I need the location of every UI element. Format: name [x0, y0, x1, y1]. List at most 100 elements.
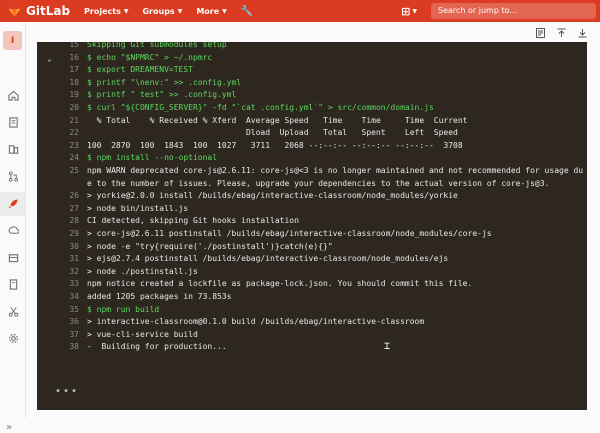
- log-line-number[interactable]: 36: [37, 316, 79, 327]
- chevron-down-icon: ▼: [177, 7, 183, 15]
- log-line: 32 > node ./postinstall.js: [37, 266, 198, 277]
- snippets-scissors-icon[interactable]: [6, 304, 20, 318]
- overview-icon[interactable]: [6, 115, 20, 129]
- nav-projects-label: Projects: [84, 6, 121, 16]
- brand-name: GitLab: [26, 4, 71, 18]
- packages-icon[interactable]: [6, 250, 20, 264]
- home-icon[interactable]: [6, 88, 20, 102]
- job-log: ⌄ ••• ⌶ 15 Skipping Git submodules setup 1…: [37, 42, 587, 410]
- log-line: 31 > ejs@2.7.4 postinstall /builds/ebag/i…: [37, 253, 448, 264]
- log-line: 36 > interactive-classroom@0.1.0 build /b…: [37, 316, 424, 327]
- admin-wrench-icon[interactable]: 🔧: [241, 6, 253, 17]
- log-line-number[interactable]: 27: [37, 203, 79, 214]
- log-line-text: $ npm install --no-optional: [87, 153, 218, 163]
- nav-projects[interactable]: Projects ▼: [84, 7, 128, 16]
- log-line-text: > node -e "try{require('./postinstall')}…: [87, 241, 333, 251]
- log-line: 27 > node bin/install.js: [37, 203, 188, 214]
- log-line-text: > core-js@2.6.11 postinstall /builds/eba…: [87, 229, 492, 238]
- log-line-text: $ printf " test" >> .config.yml: [87, 90, 237, 100]
- chevron-down-icon: ▼: [123, 7, 129, 15]
- log-line-number[interactable]: 33: [37, 278, 79, 289]
- log-line-text: > vue-cli-service build: [87, 329, 198, 339]
- log-line-text: npm notice created a lockfile as package…: [87, 279, 473, 289]
- repository-icon[interactable]: [6, 142, 20, 156]
- top-navbar: GitLab Projects ▼ Groups ▼ More ▼ 🔧 ⊞ ▼ Sear…: [0, 0, 600, 22]
- log-line-text: Skipping Git submodules setup: [87, 42, 227, 49]
- log-line-number[interactable]: 29: [37, 228, 79, 239]
- log-line-number[interactable]: 23: [37, 140, 79, 151]
- log-line-text: added 1205 packages in 73.853s: [87, 292, 232, 301]
- log-line-number[interactable]: 35: [37, 304, 79, 315]
- new-item-button[interactable]: ⊞ ▼: [401, 5, 417, 18]
- log-line: 29 > core-js@2.6.11 postinstall /builds/e…: [37, 228, 492, 239]
- log-line: 33 npm notice created a lockfile as packa…: [37, 278, 472, 289]
- plus-square-icon: ⊞: [401, 4, 411, 18]
- operations-icon[interactable]: [6, 223, 20, 237]
- log-line-number[interactable]: 21: [37, 115, 79, 126]
- log-line-text: > ejs@2.7.4 postinstall /builds/ebag/int…: [87, 254, 449, 264]
- log-line-number[interactable]: 37: [37, 329, 79, 340]
- scroll-to-bottom-icon[interactable]: [577, 27, 588, 38]
- log-line-text: > node ./postinstall.js: [87, 266, 198, 276]
- nav-groups[interactable]: Groups ▼: [142, 7, 182, 16]
- log-line: 28 CI detected, skipping Git hooks instal…: [37, 215, 299, 226]
- log-line: 30 > node -e "try{require('./postinstall'…: [37, 241, 333, 252]
- log-line: 37 > vue-cli-service build: [37, 329, 198, 340]
- log-line-number[interactable]: 25: [37, 165, 79, 176]
- wiki-icon[interactable]: [6, 277, 20, 291]
- merge-requests-icon[interactable]: [6, 169, 20, 183]
- nav-more[interactable]: More ▼: [196, 7, 226, 16]
- log-line-number[interactable]: 17: [37, 64, 79, 75]
- chevron-down-icon: ▼: [222, 7, 227, 15]
- project-avatar[interactable]: I: [3, 31, 22, 50]
- collapse-sidebar-icon[interactable]: »: [6, 422, 12, 433]
- search-input[interactable]: Search or jump to...: [431, 3, 596, 19]
- log-line: 20 $ curl "${CONFIG_SERVER}" -fd "`cat .c…: [37, 102, 434, 113]
- log-line: 16 $ echo "$NPMRC" > ~/.npmrc: [37, 52, 212, 63]
- log-line-text: $ curl "${CONFIG_SERVER}" -fd "`cat .con…: [87, 103, 434, 112]
- chevron-down-icon: ▼: [412, 7, 417, 15]
- log-line-text: $ echo "$NPMRC" > ~/.npmrc: [87, 52, 213, 62]
- log-line-number[interactable]: 24: [37, 152, 79, 163]
- log-line-text: > node bin/install.js: [87, 203, 189, 213]
- log-line-number[interactable]: 22: [37, 127, 79, 138]
- log-line: 38 - Building for production...: [37, 341, 227, 352]
- log-line-text: - Building for production...: [87, 342, 227, 352]
- loading-dots: •••: [55, 386, 80, 397]
- log-line-number[interactable]: 26: [37, 190, 79, 201]
- log-line: 18 $ printf "\nenv:" >> .config.yml: [37, 77, 241, 88]
- log-line-text: $ export DREAMENV=TEST: [87, 65, 193, 75]
- log-line-number[interactable]: 20: [37, 102, 79, 113]
- scroll-to-top-icon[interactable]: [556, 27, 567, 38]
- log-line-text: > interactive-classroom@0.1.0 build /bui…: [87, 317, 425, 327]
- gitlab-logo[interactable]: GitLab: [8, 4, 70, 18]
- log-line-number[interactable]: 38: [37, 341, 79, 352]
- log-line: 19 $ printf " test" >> .config.yml: [37, 89, 236, 100]
- log-line-text: e to the number of issues. Please, upgra…: [87, 178, 550, 188]
- log-line-number[interactable]: 28: [37, 215, 79, 226]
- nav-more-label: More: [196, 6, 220, 16]
- log-line-number[interactable]: 18: [37, 77, 79, 88]
- log-line-number[interactable]: 34: [37, 291, 79, 302]
- log-line-text: npm WARN deprecated core-js@2.6.11: core…: [87, 166, 584, 175]
- raw-log-icon[interactable]: [535, 27, 546, 38]
- log-line-text: $ npm run build: [87, 304, 160, 314]
- log-line-number[interactable]: 31: [37, 253, 79, 264]
- ci-cd-rocket-icon[interactable]: [6, 197, 20, 211]
- log-line-number[interactable]: 16: [37, 52, 79, 63]
- log-line-text: % Total % Received % Xferd Average Speed…: [87, 115, 468, 125]
- log-line-text: $ printf "\nenv:" >> .config.yml: [87, 77, 242, 87]
- log-line: 21 % Total % Received % Xferd Average Sp…: [37, 115, 468, 126]
- job-log-toolbar: [535, 27, 588, 38]
- log-line: e to the number of issues. Please, upgra…: [37, 178, 549, 189]
- log-line-text: 100 2870 100 1843 100 1027 3711 2068 --:…: [87, 140, 463, 150]
- log-line-number[interactable]: 32: [37, 266, 79, 277]
- log-line-number[interactable]: 30: [37, 241, 79, 252]
- log-line-number[interactable]: 19: [37, 89, 79, 100]
- project-sidebar: I »: [0, 22, 26, 433]
- nav-groups-label: Groups: [142, 6, 175, 16]
- log-line: 24 $ npm install --no-optional: [37, 152, 217, 163]
- log-line-number[interactable]: 15: [37, 42, 79, 50]
- log-line-text: Dload Upload Total Spent Left Speed: [87, 128, 458, 138]
- settings-gear-icon[interactable]: [6, 331, 20, 345]
